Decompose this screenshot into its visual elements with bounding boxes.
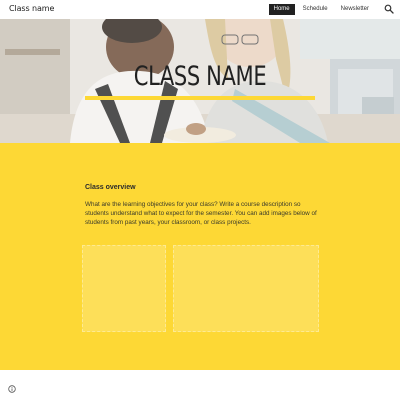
search-icon[interactable] — [384, 4, 394, 14]
page-title: CLASS NAME — [133, 61, 267, 92]
info-icon[interactable] — [8, 385, 16, 393]
section-heading: Class overview — [85, 184, 136, 191]
hero-banner: CLASS NAME — [0, 19, 400, 143]
nav-item-schedule[interactable]: Schedule — [298, 4, 333, 15]
image-placeholder-left — [82, 245, 166, 332]
nav-menu: Home Schedule Newsletter — [266, 4, 374, 15]
nav-item-home[interactable]: Home — [268, 4, 295, 15]
title-underline — [85, 96, 315, 100]
site-title[interactable]: Class name — [9, 4, 54, 13]
section-body-text: What are the learning objectives for you… — [85, 201, 317, 226]
top-navigation-bar: Class name Home Schedule Newsletter — [0, 0, 400, 19]
footer — [0, 370, 400, 400]
nav-item-newsletter[interactable]: Newsletter — [336, 4, 374, 15]
content-section: Class overview What are the learning obj… — [0, 143, 400, 370]
image-placeholder-right — [173, 245, 319, 332]
